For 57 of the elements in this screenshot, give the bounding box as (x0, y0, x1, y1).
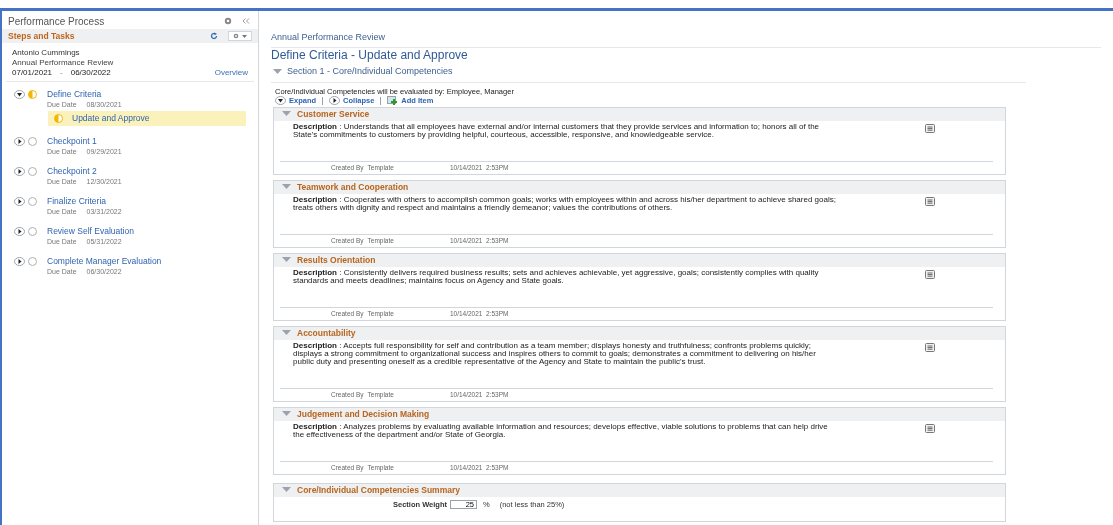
section-title: Steps and Tasks (8, 29, 75, 43)
task-label: Update and Approve (72, 112, 150, 125)
collapse-toggle-icon[interactable] (282, 111, 291, 117)
step-link[interactable]: Checkpoint 2 (47, 166, 122, 177)
step-link[interactable]: Complete Manager Evaluation (47, 256, 162, 267)
collapse-panel-icon[interactable] (242, 18, 250, 24)
collapse-toggle-icon[interactable] (282, 184, 291, 190)
expand-toggle-icon[interactable] (14, 167, 25, 176)
breadcrumb: Annual Performance Review (271, 32, 386, 42)
settings-icon[interactable] (224, 17, 232, 25)
summary-title: Core/Individual Competencies Summary (297, 483, 460, 497)
description-text: Description : Analyzes problems by evaluating available information and resources; develops effective, viable solutions to problems that can help drive the effectiveness of the department and/or State of Georgia. (293, 422, 829, 439)
competency-title: Accountability (297, 327, 356, 339)
start-date: 07/01/2021 (12, 68, 53, 78)
description-text: Description : Consistently delivers required business results; sets and achieves achievable, yet aggressive, goals; consistently complies with quality standards and meets deadlines; maintains focus on Agency and State goals. (293, 268, 820, 285)
collapse-toggle-icon[interactable] (282, 330, 291, 336)
collapse-toggle-icon[interactable] (282, 411, 291, 417)
expand-toggle-icon[interactable] (14, 257, 25, 266)
add-icon (387, 96, 399, 105)
competency-title: Judgement and Decision Making (297, 408, 430, 420)
competency-title: Customer Service (297, 108, 370, 120)
overview-link[interactable]: Overview (214, 68, 248, 78)
description-text: Description : Accepts full responsibility for self and contribution as a team member; displays honesty and truthfulness; confronts problems quickly; displays a strong commitment to organizational success and inspires others to commit to goals; demonstrates a commitment to delivering on his/her public duty and presenting oneself as a credible representative of the Agency and State to maintain the public's trust. (293, 341, 817, 366)
expand-toggle-icon[interactable] (14, 137, 25, 146)
competency-title: Results Orientation (297, 254, 376, 266)
section-title: Section 1 - Core/Individual Competencies (287, 65, 453, 78)
description-text: Description : Understands that all employees have external and/or internal customers that they provide services and information to; honors all of the State's commitments to customers by providing helpful, courteous, accessible, responsive, and knowledgeable service. (293, 122, 821, 139)
collapse-icon[interactable] (329, 96, 341, 105)
panel-title: Performance Process (8, 14, 105, 29)
note-icon[interactable] (925, 342, 935, 352)
actions-menu-button[interactable] (228, 31, 252, 41)
end-date: 06/30/2022 (70, 68, 111, 78)
employee-name: Antonio Cummings (12, 48, 81, 58)
step-link[interactable]: Review Self Evaluation (47, 226, 134, 237)
expand-icon[interactable] (275, 96, 286, 105)
note-icon[interactable] (925, 269, 935, 279)
refresh-icon[interactable] (210, 32, 218, 40)
collapse-toggle-icon[interactable] (14, 90, 25, 99)
note-icon[interactable] (925, 196, 935, 206)
task-item[interactable]: Update and Approve (48, 111, 246, 126)
step-link[interactable]: Define Criteria (47, 89, 122, 100)
expand-toggle-icon[interactable] (14, 227, 25, 236)
page-title: Define Criteria - Update and Approve (271, 48, 469, 62)
note-icon[interactable] (925, 123, 935, 133)
caret-icon (242, 34, 247, 38)
gear-icon (233, 33, 239, 39)
collapse-toggle-icon[interactable] (282, 257, 291, 263)
competency-title: Teamwork and Cooperation (297, 181, 409, 193)
expand-toggle-icon[interactable] (14, 197, 25, 206)
note-icon[interactable] (925, 423, 935, 433)
step-link[interactable]: Finalize Criteria (47, 196, 122, 207)
section-toggle-icon[interactable] (273, 68, 282, 75)
step-link[interactable]: Checkpoint 1 (47, 136, 122, 147)
date-separator: - (60, 68, 63, 78)
description-text: Description : Cooperates with others to accomplish common goals; works with employees within and across his/her department to achieve shared goals; treats others with dignity and respect and maintains a friendly demeanor; values the contributions of others. (293, 195, 837, 212)
document-name: Annual Performance Review (12, 58, 115, 68)
collapse-toggle-icon[interactable] (282, 487, 291, 493)
